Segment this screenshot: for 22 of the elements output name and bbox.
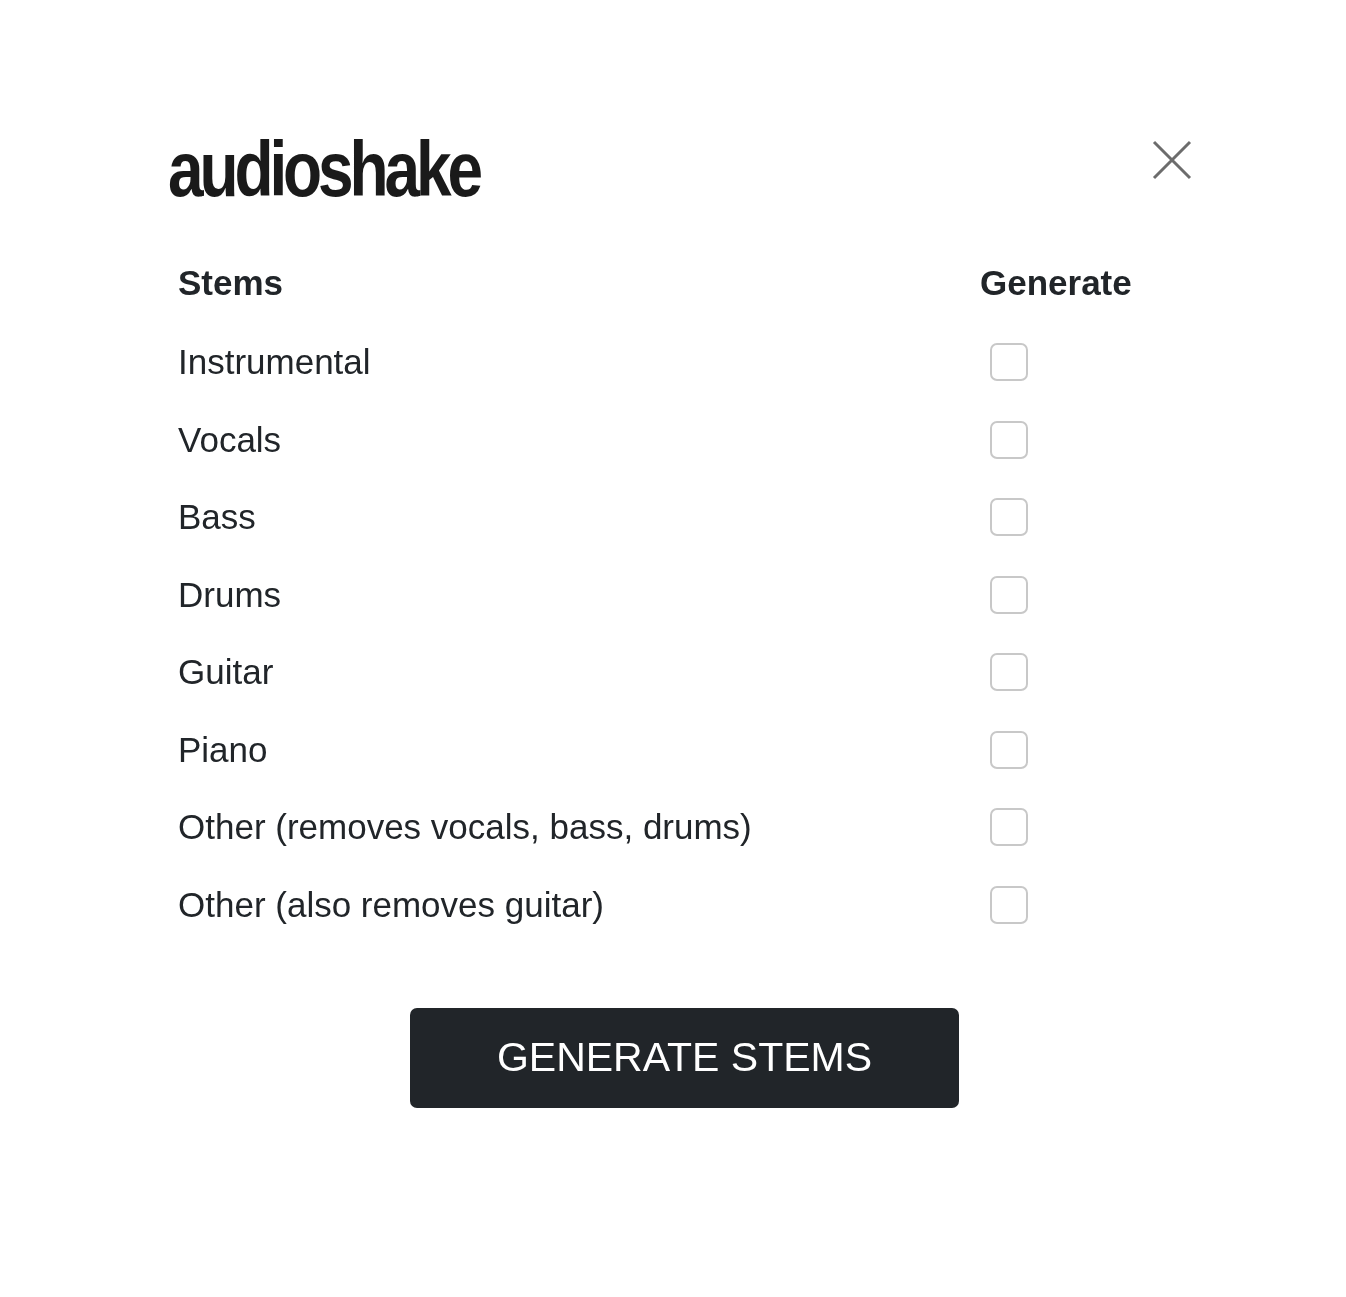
close-button[interactable] xyxy=(1152,140,1192,180)
stem-label: Other (removes vocals, bass, drums) xyxy=(178,806,753,849)
stem-label: Instrumental xyxy=(178,341,372,384)
stem-label: Other (also removes guitar) xyxy=(178,883,605,926)
checkbox[interactable] xyxy=(990,498,1028,537)
logo: audioshake xyxy=(168,130,479,208)
checkbox[interactable] xyxy=(990,653,1028,692)
checkbox[interactable] xyxy=(990,885,1028,924)
generate-stems-button[interactable]: GENERATE STEMS xyxy=(410,1007,959,1108)
checkbox[interactable] xyxy=(990,730,1028,769)
stem-label: Vocals xyxy=(178,418,283,461)
checkbox[interactable] xyxy=(990,575,1028,614)
close-icon xyxy=(1152,140,1192,180)
checkbox[interactable] xyxy=(990,343,1028,382)
column-header: Stems xyxy=(178,262,285,304)
stem-label: Bass xyxy=(178,496,257,539)
checkbox[interactable] xyxy=(990,420,1028,459)
checkbox[interactable] xyxy=(990,808,1028,847)
stem-label: Guitar xyxy=(178,651,275,694)
stem-label: Piano xyxy=(178,728,269,771)
stem-label: Drums xyxy=(178,573,283,616)
column-header: Generate xyxy=(980,262,1133,304)
